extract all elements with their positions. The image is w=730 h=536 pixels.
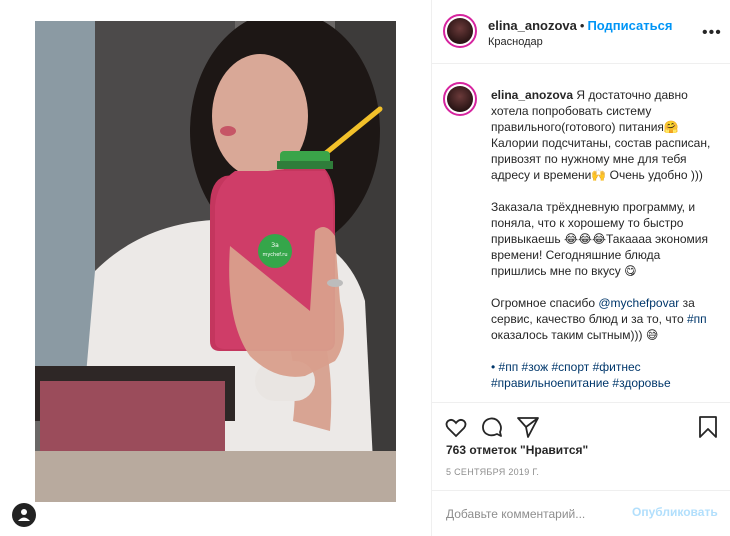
follow-button[interactable]: Подписаться [587, 18, 672, 33]
photo-column: За mychef.ru [0, 0, 431, 536]
caption-p3-text-3: оказалось таким сытным))) 😅 [491, 328, 659, 342]
caption-paragraph-2: Заказала трёхдневную программу, и поняла… [491, 200, 708, 278]
post-photo[interactable]: За mychef.ru [35, 21, 396, 502]
publish-button[interactable]: Опубликовать [632, 505, 718, 519]
location-link[interactable]: Краснодар [488, 36, 543, 48]
svg-text:mychef.ru: mychef.ru [262, 252, 287, 258]
username-link[interactable]: elina_anozova [488, 18, 577, 33]
likes-count[interactable]: 763 отметок "Нравится" [446, 443, 588, 457]
comment-icon[interactable] [480, 415, 504, 439]
separator-dot: • [579, 18, 585, 33]
caption-paragraph-3: Огромное спасибо @mychefpovar за сервис,… [491, 295, 717, 343]
caption-username-link[interactable]: elina_anozova [491, 88, 573, 102]
hashtag-link[interactable]: #пп [687, 312, 707, 326]
post-card: За mychef.ru elina_anozova • Подписаться К… [0, 0, 730, 536]
caption-avatar[interactable] [443, 82, 477, 116]
comment-bar: Опубликовать [432, 490, 730, 536]
user-icon [18, 509, 30, 521]
caption-p3-text: Огромное спасибо [491, 296, 599, 310]
more-icon[interactable]: ••• [702, 24, 722, 42]
heart-icon[interactable] [444, 415, 468, 439]
bookmark-icon[interactable] [696, 415, 720, 439]
mention-link[interactable]: @mychefpovar [598, 296, 679, 310]
accessibility-badge[interactable] [12, 503, 36, 527]
post-sidebar: elina_anozova • Подписаться Краснодар ••• … [431, 0, 730, 536]
header-user-line: elina_anozova • Подписаться [488, 18, 672, 33]
share-icon[interactable] [516, 415, 540, 439]
comment-input[interactable] [446, 504, 616, 524]
hashtags-line-2[interactable]: #правильноепитание #здоровье [491, 375, 717, 391]
svg-text:За: За [271, 242, 279, 249]
post-photo-illustration: За mychef.ru [35, 21, 396, 502]
avatar[interactable] [443, 14, 477, 48]
post-date[interactable]: 5 сентября 2019 г. [446, 467, 539, 477]
caption-paragraph-1: elina_anozova Я достаточно давно хотела … [491, 87, 717, 183]
post-header: elina_anozova • Подписаться Краснодар ••• [432, 0, 730, 64]
caption-text: elina_anozova Я достаточно давно хотела … [491, 87, 717, 391]
caption-p1: Я достаточно давно хотела попробовать си… [491, 88, 711, 182]
caption-area: elina_anozova Я достаточно давно хотела … [432, 65, 730, 401]
hashtags-line-1[interactable]: • #пп #зож #спорт #фитнес [491, 359, 717, 375]
